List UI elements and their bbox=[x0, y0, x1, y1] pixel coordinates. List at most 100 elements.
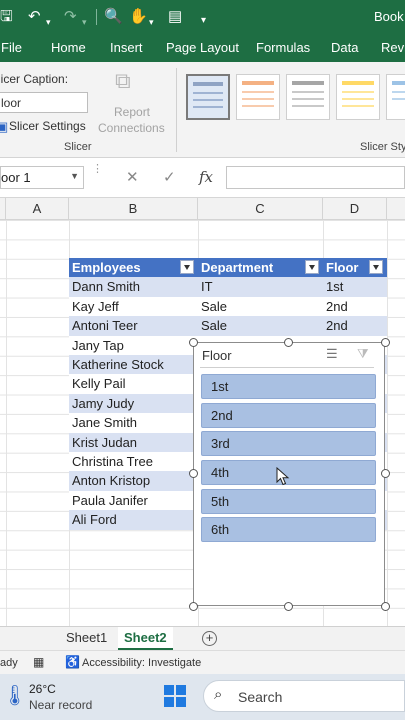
table-cell[interactable]: Ali Ford bbox=[69, 510, 198, 530]
column-header-b[interactable]: B bbox=[69, 198, 198, 220]
column-header-e[interactable] bbox=[387, 198, 405, 220]
slicer-settings-icon[interactable]: ▣ bbox=[0, 119, 8, 135]
slicer-item-2nd[interactable]: 2nd bbox=[201, 403, 376, 428]
customize-qat-icon[interactable]: ▾ bbox=[201, 11, 206, 31]
accessibility-icon[interactable]: ♿ bbox=[65, 655, 80, 669]
table-cell[interactable]: Paula Janifer bbox=[69, 490, 198, 511]
table-header-employees: Employees bbox=[69, 258, 198, 278]
floor-slicer[interactable]: Floor ☰ ⧩ 1st 2nd 3rd 4th 5th 6th bbox=[193, 342, 385, 606]
filter-dropdown-icon[interactable] bbox=[369, 260, 383, 274]
weather-temperature[interactable]: 26°C bbox=[29, 682, 56, 696]
formula-bar: oor 1 ▼ ⋮ ✕ ✓ fx bbox=[0, 158, 405, 198]
name-box[interactable]: oor 1 ▼ bbox=[0, 166, 84, 189]
slicer-style-gray[interactable] bbox=[286, 74, 330, 120]
multi-select-icon[interactable]: ☰ bbox=[326, 346, 338, 362]
tab-formulas[interactable]: Formulas bbox=[256, 40, 310, 55]
windows-start-icon[interactable] bbox=[164, 685, 186, 707]
table-cell[interactable]: Sale bbox=[198, 296, 323, 317]
macro-record-icon[interactable]: ▦ bbox=[33, 655, 44, 669]
slicer-style-orange[interactable] bbox=[236, 74, 280, 120]
table-header-floor: Floor bbox=[323, 258, 387, 278]
filter-dropdown-icon[interactable] bbox=[305, 260, 319, 274]
slicer-style-gold[interactable] bbox=[336, 74, 380, 120]
slicer-caption-input[interactable]: loor bbox=[0, 92, 88, 113]
ribbon-separator bbox=[176, 68, 177, 152]
slicer-divider bbox=[200, 367, 374, 368]
resize-handle[interactable] bbox=[381, 338, 390, 347]
table-cell[interactable]: Katherine Stock bbox=[69, 355, 198, 375]
table-cell[interactable]: 2nd bbox=[323, 316, 387, 336]
resize-handle[interactable] bbox=[381, 602, 390, 611]
slicer-item-6th[interactable]: 6th bbox=[201, 517, 376, 542]
table-cell[interactable]: Kelly Pail bbox=[69, 374, 198, 394]
undo-icon[interactable]: ↶ bbox=[28, 7, 41, 27]
table-header-label: Employees bbox=[72, 260, 141, 275]
touch-mode-icon[interactable]: ✋ bbox=[129, 7, 148, 27]
print-preview-icon[interactable]: 🔍 bbox=[104, 7, 123, 27]
formula-input[interactable] bbox=[226, 166, 405, 189]
slicer-style-light-blue[interactable] bbox=[386, 74, 405, 120]
slicer-item-3rd[interactable]: 3rd bbox=[201, 431, 376, 456]
column-header-c[interactable]: C bbox=[198, 198, 323, 220]
tab-sheet2[interactable]: Sheet2 bbox=[118, 627, 173, 650]
enter-icon[interactable]: ✓ bbox=[163, 168, 176, 186]
undo-dropdown-icon[interactable]: ▾ bbox=[46, 12, 51, 32]
slicer-settings-button[interactable]: Slicer Settings bbox=[9, 119, 86, 133]
save-icon[interactable]: 🖫 bbox=[0, 7, 13, 27]
tab-data[interactable]: Data bbox=[331, 40, 358, 55]
table-cell[interactable]: Sale bbox=[198, 316, 323, 336]
resize-handle[interactable] bbox=[284, 338, 293, 347]
clear-filter-icon[interactable]: ⧩ bbox=[357, 346, 369, 362]
table-cell[interactable]: IT bbox=[198, 277, 323, 297]
tab-sheet1[interactable]: Sheet1 bbox=[60, 627, 113, 650]
table-cell[interactable]: Jane Smith bbox=[69, 413, 198, 433]
more-options-icon[interactable]: ⋮ bbox=[92, 162, 103, 175]
table-cell[interactable]: Jany Tap bbox=[69, 335, 198, 355]
tab-home[interactable]: Home bbox=[51, 40, 86, 55]
table-header-department: Department bbox=[198, 258, 323, 278]
table-cell[interactable]: Jamy Judy bbox=[69, 393, 198, 414]
status-bar: ady ▦ ♿ Accessibility: Investigate bbox=[0, 650, 405, 674]
search-icon: ⌕ bbox=[214, 686, 223, 703]
insert-function-icon[interactable]: fx bbox=[199, 168, 213, 186]
table-cell[interactable]: 1st bbox=[323, 277, 387, 297]
resize-handle[interactable] bbox=[189, 469, 198, 478]
group-label-slicer-styles: Slicer Styl bbox=[360, 141, 405, 153]
slicer-title: Floor bbox=[202, 348, 232, 363]
slicer-item-1st[interactable]: 1st bbox=[201, 374, 376, 399]
tab-page-layout[interactable]: Page Layout bbox=[166, 40, 239, 55]
add-sheet-button[interactable]: + bbox=[202, 631, 217, 646]
column-header-a[interactable]: A bbox=[6, 198, 69, 220]
taskbar-search[interactable]: ⌕ Search bbox=[203, 680, 405, 712]
table-cell[interactable]: Dann Smith bbox=[69, 277, 198, 297]
table-cell[interactable]: Antoni Teer bbox=[69, 316, 198, 336]
cancel-icon[interactable]: ✕ bbox=[126, 168, 139, 186]
report-connections-label-2: Connections bbox=[98, 121, 165, 135]
redo-icon: ↷ bbox=[64, 8, 77, 25]
column-header-d[interactable]: D bbox=[323, 198, 387, 220]
slicer-item-5th[interactable]: 5th bbox=[201, 489, 376, 514]
weather-note[interactable]: Near record bbox=[29, 698, 92, 712]
slicer-style-blue[interactable] bbox=[186, 74, 230, 120]
thermometer-icon[interactable]: 🌡 bbox=[2, 683, 27, 708]
table-cell[interactable]: Krist Judan bbox=[69, 432, 198, 452]
table-cell[interactable]: Christina Tree bbox=[69, 452, 198, 472]
chevron-down-icon[interactable]: ▼ bbox=[70, 171, 79, 181]
resize-handle[interactable] bbox=[284, 602, 293, 611]
table-cell[interactable]: 2nd bbox=[323, 296, 387, 317]
report-connections-label-1: Report bbox=[114, 105, 151, 119]
resize-handle[interactable] bbox=[189, 338, 198, 347]
resize-handle[interactable] bbox=[381, 469, 390, 478]
tab-file[interactable]: File bbox=[1, 40, 22, 55]
resize-handle[interactable] bbox=[189, 602, 198, 611]
accessibility-status[interactable]: Accessibility: Investigate bbox=[82, 657, 201, 669]
redo-dropdown-icon: ▾ bbox=[82, 17, 87, 27]
table-header-label: Department bbox=[201, 260, 274, 275]
form-icon[interactable]: ▤ bbox=[168, 7, 182, 27]
table-cell[interactable]: Kay Jeff bbox=[69, 296, 198, 317]
filter-dropdown-icon[interactable] bbox=[180, 260, 194, 274]
tab-insert[interactable]: Insert bbox=[110, 40, 143, 55]
tab-review[interactable]: Revi bbox=[381, 40, 405, 55]
table-cell[interactable]: Anton Kristop bbox=[69, 471, 198, 491]
touch-dropdown-icon[interactable]: ▾ bbox=[149, 12, 154, 32]
